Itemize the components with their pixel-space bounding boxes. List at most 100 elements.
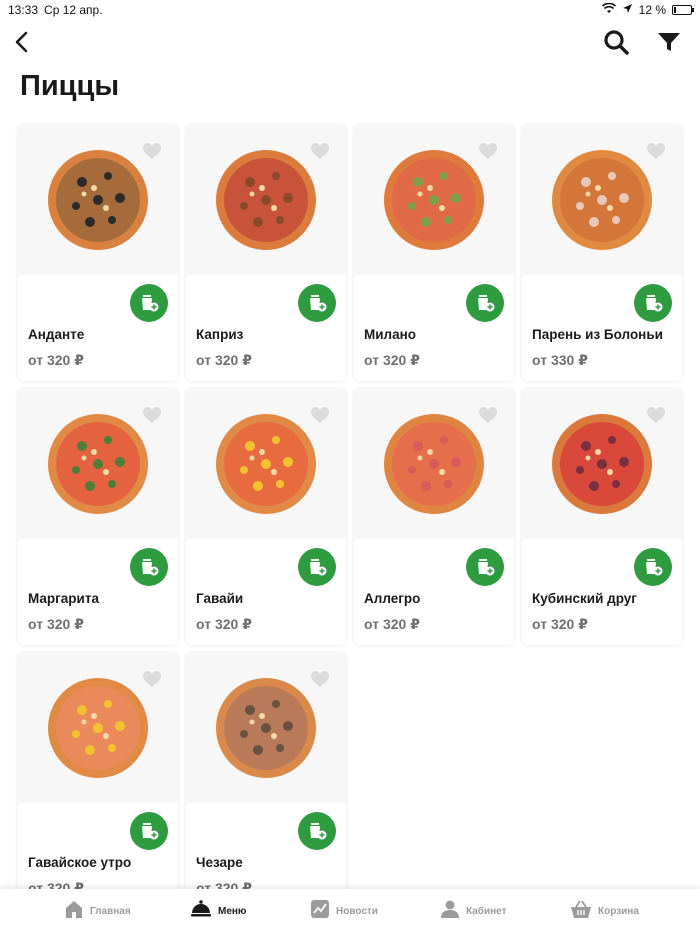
favorite-button[interactable] <box>140 667 164 691</box>
heart-icon <box>143 143 161 159</box>
add-to-cart-button[interactable] <box>298 812 336 850</box>
tab-news-chart[interactable]: Новости <box>310 889 378 934</box>
cup-plus-icon <box>478 295 495 312</box>
favorite-button[interactable] <box>308 403 332 427</box>
status-date: Ср 12 апр. <box>44 3 103 17</box>
cup-plus-icon <box>646 295 663 312</box>
product-price: от 320 ₽ <box>28 616 84 632</box>
heart-icon <box>311 407 329 423</box>
product-name: Каприз <box>196 327 244 342</box>
filter-button[interactable] <box>655 28 683 56</box>
product-card[interactable]: Гавайи от 320 ₽ <box>186 389 346 645</box>
product-name: Гавайи <box>196 591 244 606</box>
product-card[interactable]: Каприз от 320 ₽ <box>186 125 346 381</box>
basket-icon <box>570 899 592 924</box>
favorite-button[interactable] <box>644 403 668 427</box>
tab-label: Кабинет <box>466 906 507 917</box>
add-to-cart-button[interactable] <box>130 284 168 322</box>
product-name: Аллегро <box>364 591 421 606</box>
cloche-icon <box>190 899 212 924</box>
tab-label: Главная <box>90 906 131 917</box>
product-price: от 320 ₽ <box>364 352 420 368</box>
product-price: от 320 ₽ <box>196 616 252 632</box>
product-grid: Анданте от 320 ₽ Каприз от 320 ₽ Милано … <box>18 125 682 909</box>
tab-basket[interactable]: Корзина <box>570 889 639 934</box>
add-to-cart-button[interactable] <box>298 284 336 322</box>
filter-icon <box>658 33 680 51</box>
heart-icon <box>143 671 161 687</box>
search-button[interactable] <box>602 28 630 56</box>
product-card[interactable]: Чезаре от 320 ₽ <box>186 653 346 909</box>
heart-icon <box>647 407 665 423</box>
product-price: от 320 ₽ <box>196 352 252 368</box>
add-to-cart-button[interactable] <box>634 284 672 322</box>
favorite-button[interactable] <box>140 403 164 427</box>
status-bar: 13:33 Ср 12 апр. 12 % <box>0 0 700 20</box>
product-name: Парень из Болоньи <box>532 327 663 342</box>
product-card[interactable]: Кубинский друг от 320 ₽ <box>522 389 682 645</box>
home-icon <box>64 899 84 924</box>
favorite-button[interactable] <box>308 667 332 691</box>
cup-plus-icon <box>310 295 327 312</box>
battery-percent: 12 % <box>638 3 666 17</box>
location-arrow-icon <box>622 3 633 17</box>
cup-plus-icon <box>142 559 159 576</box>
tab-label: Корзина <box>598 906 639 917</box>
product-card[interactable]: Милано от 320 ₽ <box>354 125 514 381</box>
tab-label: Новости <box>336 906 378 917</box>
add-to-cart-button[interactable] <box>466 548 504 586</box>
product-card[interactable]: Аллегро от 320 ₽ <box>354 389 514 645</box>
heart-icon <box>311 143 329 159</box>
product-name: Чезаре <box>196 855 243 870</box>
cup-plus-icon <box>142 295 159 312</box>
cup-plus-icon <box>310 823 327 840</box>
navigation-bar <box>0 22 700 62</box>
favorite-button[interactable] <box>476 403 500 427</box>
product-name: Кубинский друг <box>532 591 637 606</box>
cup-plus-icon <box>478 559 495 576</box>
heart-icon <box>647 143 665 159</box>
chevron-left-icon <box>15 31 28 53</box>
product-name: Анданте <box>28 327 85 342</box>
heart-icon <box>143 407 161 423</box>
tab-bar: Главная Меню Новости Кабинет Корзина <box>0 889 700 934</box>
favorite-button[interactable] <box>644 139 668 163</box>
battery-icon <box>672 5 694 15</box>
product-card[interactable]: Гавайское утро от 320 ₽ <box>18 653 178 909</box>
status-time: 13:33 <box>8 3 39 17</box>
add-to-cart-button[interactable] <box>466 284 504 322</box>
cup-plus-icon <box>142 823 159 840</box>
favorite-button[interactable] <box>140 139 164 163</box>
status-right: 12 % <box>601 2 694 17</box>
profile-icon <box>440 899 460 924</box>
search-icon <box>604 30 629 55</box>
tab-home[interactable]: Главная <box>64 889 131 934</box>
product-price: от 320 ₽ <box>28 352 84 368</box>
add-to-cart-button[interactable] <box>130 812 168 850</box>
product-name: Маргарита <box>28 591 99 606</box>
add-to-cart-button[interactable] <box>634 548 672 586</box>
product-card[interactable]: Анданте от 320 ₽ <box>18 125 178 381</box>
battery-level <box>674 7 676 13</box>
tab-label: Меню <box>218 906 247 917</box>
product-price: от 330 ₽ <box>532 352 588 368</box>
news-chart-icon <box>310 899 330 924</box>
favorite-button[interactable] <box>308 139 332 163</box>
add-to-cart-button[interactable] <box>130 548 168 586</box>
product-card[interactable]: Парень из Болоньи от 330 ₽ <box>522 125 682 381</box>
add-to-cart-button[interactable] <box>298 548 336 586</box>
cup-plus-icon <box>310 559 327 576</box>
favorite-button[interactable] <box>476 139 500 163</box>
product-price: от 320 ₽ <box>532 616 588 632</box>
heart-icon <box>311 671 329 687</box>
product-name: Милано <box>364 327 417 342</box>
tab-profile[interactable]: Кабинет <box>440 889 506 934</box>
cup-plus-icon <box>646 559 663 576</box>
heart-icon <box>479 407 497 423</box>
back-button[interactable] <box>8 28 36 56</box>
product-price: от 320 ₽ <box>364 616 420 632</box>
tab-cloche[interactable]: Меню <box>190 889 246 934</box>
page-title: Пиццы <box>20 70 120 102</box>
heart-icon <box>479 143 497 159</box>
product-card[interactable]: Маргарита от 320 ₽ <box>18 389 178 645</box>
